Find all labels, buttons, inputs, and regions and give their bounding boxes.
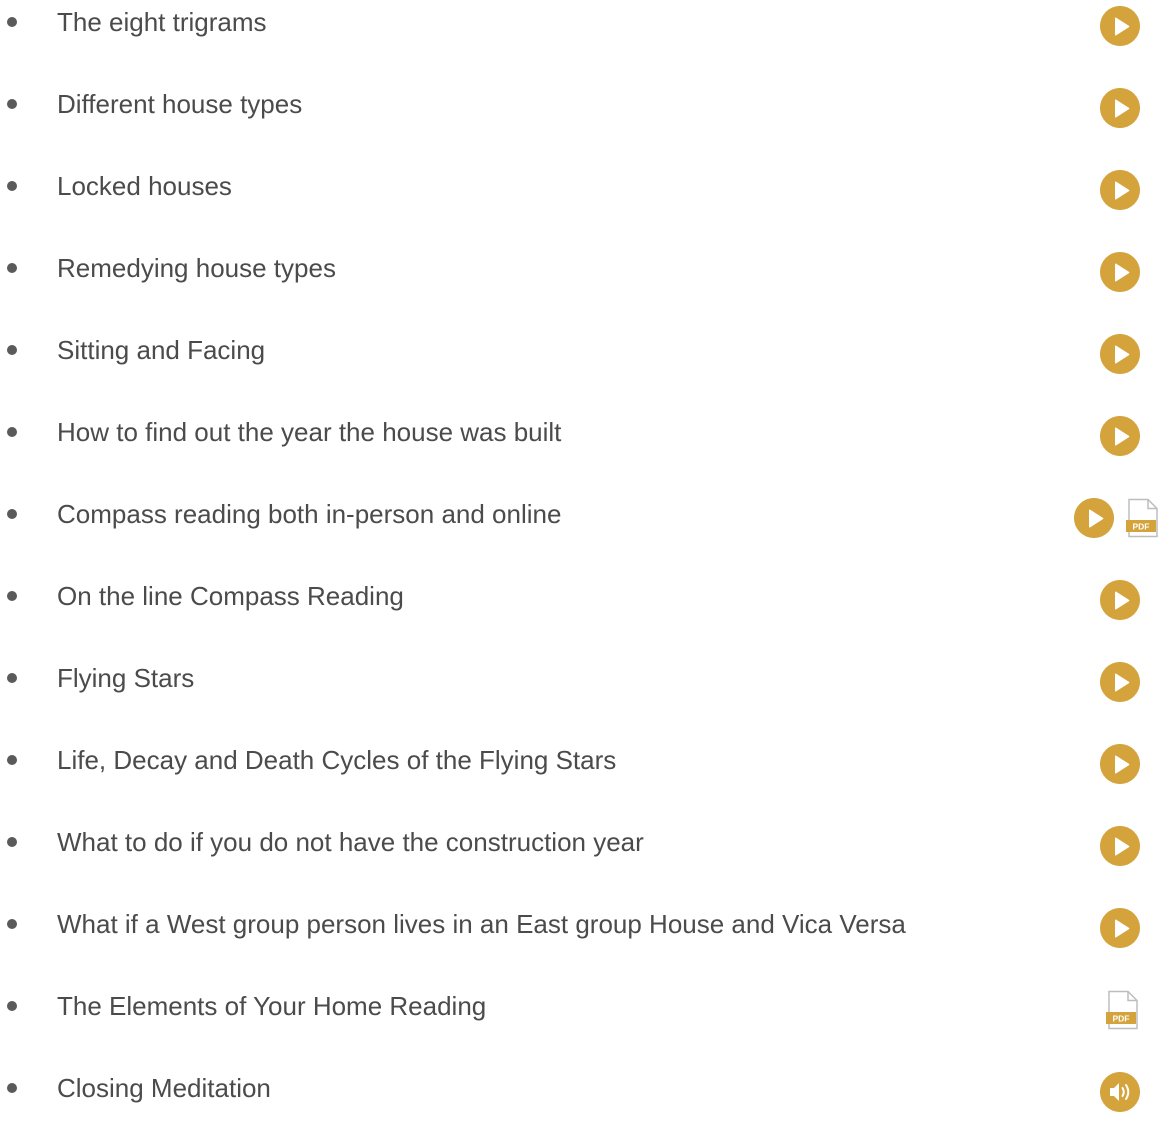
lesson-item: Closing Meditation [0,1066,1160,1148]
bullet-icon [7,263,17,273]
bullet-icon [7,919,17,929]
bullet-icon [7,1001,17,1011]
lesson-item: Sitting and Facing [0,328,1160,410]
lesson-item: On the line Compass Reading [0,574,1160,656]
lesson-item: Flying Stars [0,656,1160,738]
lesson-item: What to do if you do not have the constr… [0,820,1160,902]
play-icon[interactable] [1100,252,1140,292]
lesson-media-actions [1100,826,1140,866]
lesson-media-actions [1100,416,1140,456]
play-icon[interactable] [1100,744,1140,784]
lesson-title[interactable]: Different house types [57,88,302,120]
bullet-icon [7,181,17,191]
bullet-icon [7,1083,17,1093]
lesson-title[interactable]: Life, Decay and Death Cycles of the Flyi… [57,744,616,776]
lesson-title[interactable]: Compass reading both in-person and onlin… [57,498,561,530]
lesson-media-actions [1100,6,1140,46]
lesson-title[interactable]: On the line Compass Reading [57,580,404,612]
play-icon[interactable] [1100,170,1140,210]
play-icon[interactable] [1074,498,1114,538]
lesson-media-actions: PDF [1074,498,1160,538]
lesson-media-actions [1100,580,1140,620]
lesson-media-actions [1100,1072,1140,1112]
lesson-media-actions [1100,252,1140,292]
lesson-media-actions [1100,88,1140,128]
play-icon[interactable] [1100,334,1140,374]
play-icon[interactable] [1100,826,1140,866]
lesson-title[interactable]: Locked houses [57,170,232,202]
lesson-media-actions [1100,908,1140,948]
lesson-media-actions: PDF [1106,990,1140,1030]
lesson-title[interactable]: What if a West group person lives in an … [57,908,906,940]
play-icon[interactable] [1100,580,1140,620]
bullet-icon [7,591,17,601]
lesson-media-actions [1100,334,1140,374]
lesson-item: Compass reading both in-person and onlin… [0,492,1160,574]
audio-icon[interactable] [1100,1072,1140,1112]
play-icon[interactable] [1100,6,1140,46]
lesson-title[interactable]: The eight trigrams [57,6,267,38]
lesson-item: Life, Decay and Death Cycles of the Flyi… [0,738,1160,820]
lesson-title[interactable]: Flying Stars [57,662,194,694]
lesson-media-actions [1100,170,1140,210]
lesson-media-actions [1100,662,1140,702]
lesson-title[interactable]: What to do if you do not have the constr… [57,826,644,858]
bullet-icon [7,427,17,437]
bullet-icon [7,345,17,355]
lesson-title[interactable]: The Elements of Your Home Reading [57,990,486,1022]
bullet-icon [7,673,17,683]
bullet-icon [7,99,17,109]
pdf-label: PDF [1133,522,1150,532]
pdf-label: PDF [1113,1014,1130,1024]
pdf-icon[interactable]: PDF [1106,990,1140,1030]
lesson-item: Different house types [0,82,1160,164]
pdf-icon[interactable]: PDF [1126,498,1160,538]
lesson-item: The Elements of Your Home Reading PDF [0,984,1160,1066]
lesson-item: How to find out the year the house was b… [0,410,1160,492]
lesson-media-actions [1100,744,1140,784]
play-icon[interactable] [1100,416,1140,456]
play-icon[interactable] [1100,662,1140,702]
lesson-item: Remedying house types [0,246,1160,328]
lesson-item: The eight trigrams [0,0,1160,82]
lesson-title[interactable]: How to find out the year the house was b… [57,416,561,448]
lesson-item: Locked houses [0,164,1160,246]
lesson-title[interactable]: Remedying house types [57,252,336,284]
bullet-icon [7,755,17,765]
play-icon[interactable] [1100,88,1140,128]
lesson-list: The eight trigrams Different house types L… [0,0,1160,1148]
lesson-item: What if a West group person lives in an … [0,902,1160,984]
lesson-title[interactable]: Sitting and Facing [57,334,265,366]
bullet-icon [7,837,17,847]
play-icon[interactable] [1100,908,1140,948]
bullet-icon [7,509,17,519]
lesson-title[interactable]: Closing Meditation [57,1072,271,1104]
bullet-icon [7,17,17,27]
